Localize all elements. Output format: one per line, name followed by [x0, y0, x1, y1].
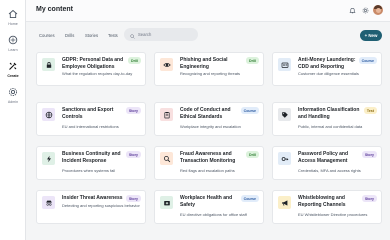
card-title: Password Policy and Access Management	[298, 151, 349, 164]
type-badge: Course	[240, 107, 259, 114]
card-title: Code of Conduct and Ethical Standards	[180, 107, 231, 120]
sidebar: Home Learn Create Admin	[0, 0, 26, 240]
sidebar-item-label: Home	[8, 22, 18, 26]
type-badge: Story	[361, 195, 377, 202]
sidebar-item-create[interactable]: Create	[0, 60, 26, 78]
type-badge: Course	[240, 195, 259, 202]
content-card[interactable]: Business Continuity and Incident Respons…	[36, 146, 146, 180]
card-description: Credentials, MFA and access rights	[298, 168, 361, 173]
search-box[interactable]	[124, 28, 198, 41]
globe-icon	[42, 108, 55, 121]
incognito-icon	[42, 196, 55, 209]
type-badge: Story	[361, 151, 377, 158]
key-icon	[278, 152, 291, 165]
filter-bar: Courses Drills Stories Tests + New	[26, 22, 390, 48]
card-description: EU directive obligations for office staf…	[180, 212, 247, 217]
type-badge: Story	[125, 195, 141, 202]
card-title: Fraud Awareness and Transaction Monitori…	[180, 151, 236, 164]
card-title: Insider Threat Awareness	[62, 195, 123, 201]
content-card[interactable]: Fraud Awareness and Transaction Monitori…	[154, 146, 264, 180]
card-description: EU and international restrictions	[62, 124, 119, 129]
card-description: Procedures when systems fail	[62, 168, 116, 173]
create-icon	[7, 60, 19, 72]
content-card[interactable]: Information Classification and Handling …	[272, 102, 382, 136]
tab-tests[interactable]: Tests	[108, 33, 118, 38]
search-icon	[130, 26, 135, 44]
top-bar: My content	[26, 0, 390, 22]
id-card-icon	[278, 58, 291, 71]
content-card[interactable]: GDPR: Personal Data and Employee Obligat…	[36, 52, 146, 86]
home-icon	[7, 8, 19, 20]
content-card[interactable]: Phishing and Social Engineering Recogniz…	[154, 52, 264, 86]
content-card[interactable]: Insider Threat Awareness Detecting and r…	[36, 190, 146, 224]
card-title: Whistleblowing and Reporting Channels	[298, 195, 346, 208]
card-title: Business Continuity and Incident Respons…	[62, 151, 121, 164]
content-card[interactable]: Whistleblowing and Reporting Channels EU…	[272, 190, 382, 224]
card-title: Phishing and Social Engineering	[180, 57, 228, 70]
type-badge: Story	[125, 151, 141, 158]
type-badge: Drill	[128, 57, 141, 64]
card-description: Recognizing and reporting threats	[180, 71, 241, 76]
sidebar-item-label: Create	[7, 74, 19, 78]
tab-courses[interactable]: Courses	[39, 33, 55, 38]
admin-icon	[7, 86, 19, 98]
sidebar-item-label: Learn	[8, 48, 18, 52]
card-description: Customer due diligence essentials	[298, 71, 359, 76]
settings-icon[interactable]	[361, 6, 369, 14]
type-badge: Test	[363, 107, 377, 114]
tab-stories[interactable]: Stories	[85, 33, 98, 38]
content-card[interactable]: Code of Conduct and Ethical Standards Wo…	[154, 102, 264, 136]
sidebar-item-label: Admin	[7, 100, 19, 104]
type-badge: Drill	[246, 57, 259, 64]
card-description: Workplace integrity and escalation	[180, 124, 241, 129]
bolt-icon	[42, 152, 55, 165]
tab-drills[interactable]: Drills	[65, 33, 74, 38]
card-description: Detecting and reporting suspicious behav…	[62, 203, 140, 208]
lock-icon	[42, 58, 55, 71]
tag-icon	[278, 108, 291, 121]
content-card[interactable]: Sanctions and Export Controls EU and int…	[36, 102, 146, 136]
content-card[interactable]: Workplace Health and Safety EU directive…	[154, 190, 264, 224]
content-card[interactable]: Anti-Money Laundering: CDD and Reporting…	[272, 52, 382, 86]
card-description: What the regulation requires day-to-day	[62, 71, 133, 76]
card-description: Red flags and escalation paths	[180, 168, 235, 173]
type-badge: Course	[358, 57, 377, 64]
card-title: Information Classification and Handling	[298, 107, 360, 120]
card-title: Anti-Money Laundering: CDD and Reporting	[298, 57, 356, 70]
page-title: My content	[36, 6, 73, 13]
search-input[interactable]	[138, 32, 194, 37]
card-description: Public, internal and confidential data	[298, 124, 363, 129]
eye-icon	[160, 58, 173, 71]
first-aid-icon	[160, 196, 173, 209]
new-button[interactable]: + New	[360, 30, 382, 41]
magnifier-icon	[160, 152, 173, 165]
type-badge: Drill	[246, 151, 259, 158]
card-title: GDPR: Personal Data and Employee Obligat…	[62, 57, 124, 70]
sidebar-item-admin[interactable]: Admin	[0, 86, 26, 104]
card-description: EU Whistleblower Directive procedures	[298, 212, 368, 217]
bell-icon[interactable]	[348, 6, 356, 14]
megaphone-icon	[278, 196, 291, 209]
avatar[interactable]	[373, 5, 383, 15]
card-title: Workplace Health and Safety	[180, 195, 233, 208]
learn-icon	[7, 34, 19, 46]
sidebar-item-home[interactable]: Home	[0, 8, 26, 26]
content-card[interactable]: Password Policy and Access Management Cr…	[272, 146, 382, 180]
type-badge: Story	[125, 107, 141, 114]
card-title: Sanctions and Export Controls	[62, 107, 114, 120]
clipboard-icon	[160, 108, 173, 121]
sidebar-item-learn[interactable]: Learn	[0, 34, 26, 52]
